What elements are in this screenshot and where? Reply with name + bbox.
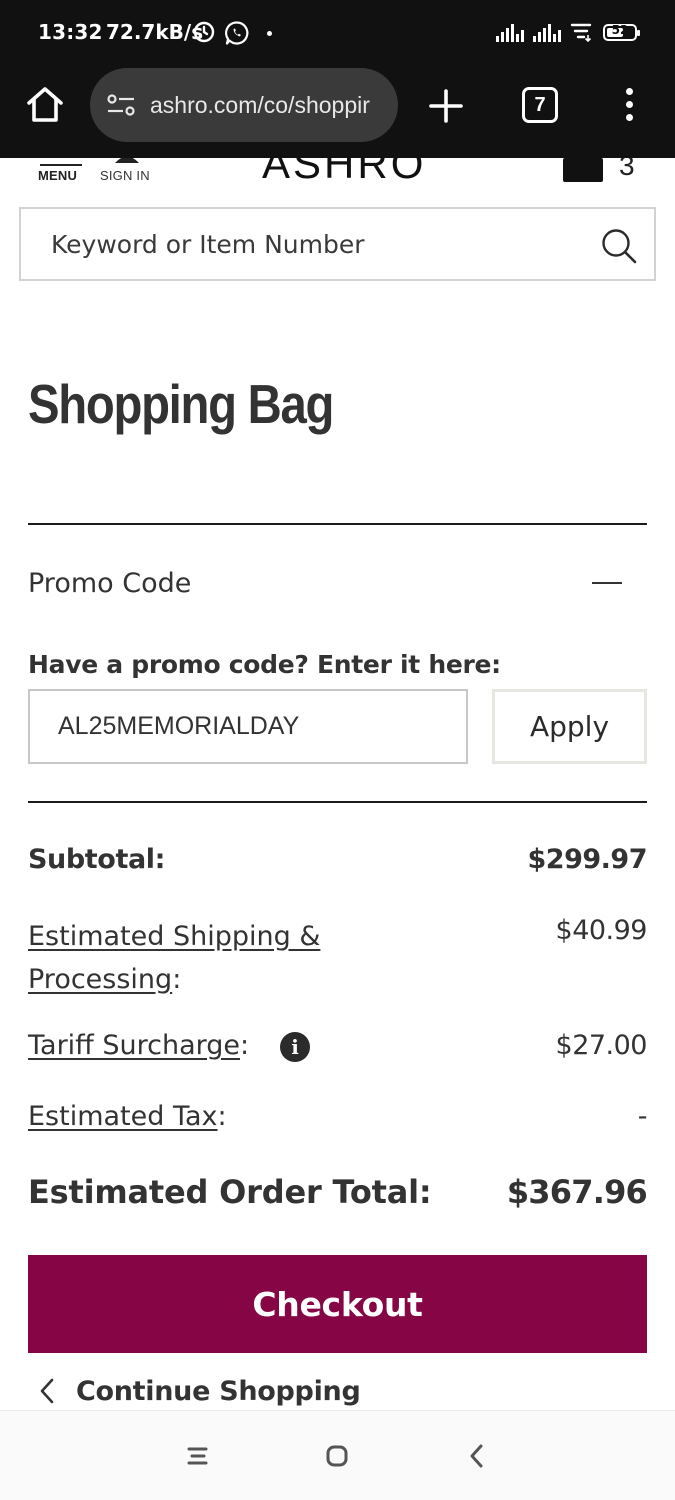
shipping-value: $40.99 — [555, 915, 648, 946]
apply-button[interactable]: Apply — [492, 689, 647, 764]
url-text[interactable]: ashro.com/co/shoppir — [150, 92, 385, 119]
system-nav-bar — [0, 1410, 675, 1500]
signal-icon-2 — [533, 22, 561, 42]
chevron-left-icon — [40, 1378, 54, 1404]
back-icon[interactable] — [462, 1441, 492, 1471]
status-bar: 13:32 72.7kB/s 52 — [0, 0, 675, 66]
divider — [28, 801, 647, 803]
address-bar[interactable]: ashro.com/co/shoppir — [90, 68, 398, 142]
alarm-icon — [193, 21, 215, 43]
checkout-button[interactable]: Checkout — [28, 1255, 647, 1353]
info-icon[interactable]: i — [280, 1032, 310, 1062]
new-tab-icon[interactable] — [428, 88, 464, 124]
notification-dot — [267, 31, 272, 36]
continue-shopping-label: Continue Shopping — [76, 1375, 361, 1407]
promo-code-input[interactable] — [28, 689, 468, 764]
subtotal-value: $299.97 — [527, 844, 648, 875]
home-icon[interactable] — [322, 1441, 352, 1471]
shipping-link-2[interactable]: Processing — [28, 964, 172, 995]
order-total-value: $367.96 — [506, 1173, 648, 1211]
divider — [28, 523, 647, 525]
home-icon[interactable] — [24, 84, 66, 126]
user-icon — [115, 158, 139, 163]
shipping-link[interactable]: Estimated Shipping & — [28, 921, 320, 952]
tariff-value: $27.00 — [555, 1030, 648, 1061]
battery-level: 52 — [611, 23, 629, 37]
menu-icon — [40, 164, 82, 166]
more-icon[interactable] — [616, 88, 642, 124]
search-icon[interactable] — [600, 227, 638, 265]
menu-button[interactable]: MENU — [38, 158, 86, 192]
order-total-label: Estimated Order Total: — [28, 1173, 432, 1211]
browser-toolbar: ashro.com/co/shoppir 7 — [0, 66, 675, 158]
sign-in-button[interactable]: SIGN IN — [100, 158, 160, 192]
sign-in-label: SIGN IN — [100, 168, 150, 183]
site-settings-icon[interactable] — [106, 93, 136, 117]
search-bar — [19, 207, 656, 281]
subtotal-label: Subtotal: — [28, 844, 166, 875]
promo-code-heading[interactable]: Promo Code — [28, 568, 191, 599]
tax-value: - — [637, 1101, 648, 1132]
search-input[interactable] — [21, 209, 581, 279]
bag-icon[interactable] — [563, 158, 603, 182]
continue-shopping-link[interactable]: Continue Shopping — [36, 1372, 361, 1410]
network-speed: 72.7kB/s — [106, 20, 204, 44]
status-time: 13:32 — [38, 20, 103, 44]
site-logo[interactable]: ASHRO — [262, 158, 426, 188]
tax-link[interactable]: Estimated Tax — [28, 1101, 218, 1132]
collapse-icon[interactable] — [590, 570, 624, 598]
tab-switcher-icon[interactable]: 7 — [522, 87, 558, 123]
battery-icon: 52 — [603, 23, 640, 41]
tax-label: Estimated Tax: — [28, 1101, 227, 1132]
tariff-label: Tariff Surcharge: — [28, 1030, 250, 1061]
shipping-label: Estimated Shipping & Processing: — [28, 921, 321, 995]
signal-icon — [496, 22, 524, 42]
tariff-link[interactable]: Tariff Surcharge — [28, 1030, 240, 1061]
wifi-icon — [570, 23, 592, 42]
recents-icon[interactable] — [183, 1441, 213, 1471]
menu-label: MENU — [38, 168, 78, 183]
promo-code-label: Have a promo code? Enter it here: — [28, 650, 501, 679]
whatsapp-icon — [225, 21, 249, 45]
bag-count[interactable]: 3 — [619, 158, 635, 182]
site-header: MENU SIGN IN ASHRO 3 — [0, 158, 675, 200]
page-title: Shopping Bag — [28, 373, 334, 435]
